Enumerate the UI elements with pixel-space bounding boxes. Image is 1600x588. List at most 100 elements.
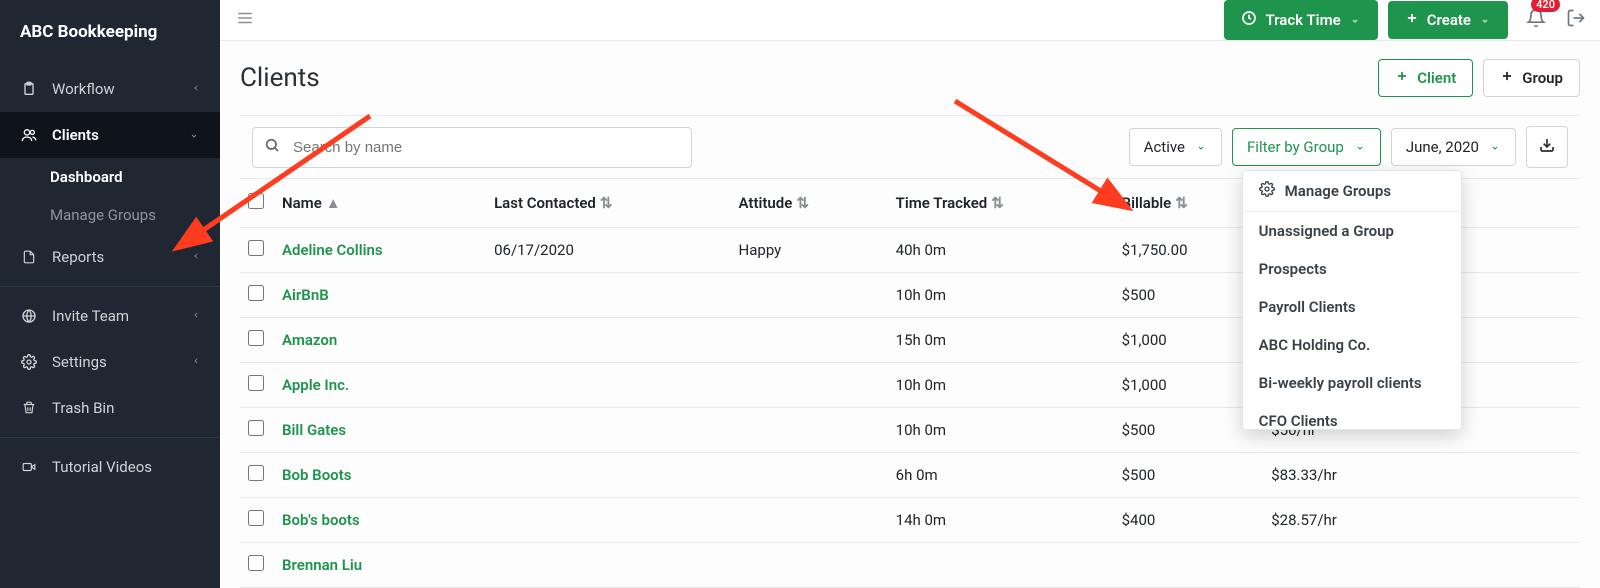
trash-icon: [20, 400, 38, 416]
divider: [0, 437, 220, 438]
notifications-button[interactable]: 420: [1526, 7, 1546, 33]
chevron-left-icon: [192, 248, 200, 266]
sidebar-item-invite-team[interactable]: Invite Team: [0, 293, 220, 339]
topbar: Track Time Create 420: [220, 0, 1600, 41]
row-checkbox[interactable]: [248, 465, 264, 481]
filter-row: Active Filter by Group June, 2020: [240, 115, 1580, 179]
button-label: Client: [1417, 69, 1456, 87]
logout-button[interactable]: [1566, 8, 1586, 32]
brand-title: ABC Bookkeeping: [0, 0, 220, 66]
search-icon: [264, 137, 280, 157]
sort-icon: ⇅: [600, 194, 613, 212]
client-link[interactable]: Apple Inc.: [282, 376, 349, 394]
sidebar-item-reports[interactable]: Reports: [0, 234, 220, 280]
cell-time-tracked: 40h 0m: [888, 228, 1114, 273]
cell-billable: $1,750.00: [1114, 228, 1264, 273]
cell-attitude: [731, 273, 888, 318]
cell-time-tracked: 15h 0m: [888, 318, 1114, 363]
button-label: Track Time: [1265, 11, 1340, 29]
download-button[interactable]: [1526, 126, 1568, 168]
track-time-button[interactable]: Track Time: [1224, 0, 1377, 40]
row-checkbox[interactable]: [248, 330, 264, 346]
sidebar-item-clients[interactable]: Clients: [0, 112, 220, 158]
cell-billable: $1,000: [1114, 363, 1264, 408]
cell-billable: $500: [1114, 408, 1264, 453]
cell-attitude: [731, 498, 888, 543]
clock-icon: [1241, 10, 1257, 30]
cell-time-tracked: 10h 0m: [888, 273, 1114, 318]
cell-rate: [1263, 543, 1580, 588]
cell-billable: $400: [1114, 498, 1264, 543]
chevron-left-icon: [192, 80, 200, 98]
client-link[interactable]: Bob's boots: [282, 511, 360, 529]
sort-icon: ⇅: [796, 194, 809, 212]
sidebar: ABC Bookkeeping Workflow Clients Dashboa…: [0, 0, 220, 588]
cell-billable: [1114, 543, 1264, 588]
dropdown-manage-groups[interactable]: Manage Groups: [1243, 171, 1461, 212]
column-billable[interactable]: Billable⇅: [1114, 179, 1264, 228]
sidebar-item-trash-bin[interactable]: Trash Bin: [0, 385, 220, 431]
row-checkbox[interactable]: [248, 420, 264, 436]
add-client-button[interactable]: Client: [1378, 59, 1473, 97]
column-name[interactable]: Name▲: [274, 179, 486, 228]
plus-icon: [1500, 69, 1514, 87]
download-icon: [1539, 137, 1555, 157]
hamburger-icon[interactable]: [234, 9, 256, 31]
create-button[interactable]: Create: [1388, 1, 1508, 39]
row-checkbox[interactable]: [248, 285, 264, 301]
client-link[interactable]: Bill Gates: [282, 421, 346, 439]
row-checkbox[interactable]: [248, 510, 264, 526]
users-icon: [20, 127, 38, 143]
group-dropdown: Manage Groups Unassigned a Group Prospec…: [1242, 170, 1462, 430]
client-link[interactable]: AirBnB: [282, 286, 329, 304]
column-last-contacted[interactable]: Last Contacted⇅: [486, 179, 730, 228]
dropdown-item[interactable]: Unassigned a Group: [1243, 212, 1461, 250]
cell-last-contacted: [486, 453, 730, 498]
main: Track Time Create 420 Clients: [220, 0, 1600, 588]
dropdown-item[interactable]: Payroll Clients: [1243, 288, 1461, 326]
dropdown-item[interactable]: ABC Holding Co.: [1243, 326, 1461, 364]
month-filter[interactable]: June, 2020: [1391, 128, 1516, 166]
filter-by-group-button[interactable]: Filter by Group: [1232, 128, 1381, 166]
sidebar-item-settings[interactable]: Settings: [0, 339, 220, 385]
row-checkbox[interactable]: [248, 555, 264, 571]
cell-attitude: Happy: [731, 228, 888, 273]
sidebar-subitem-dashboard[interactable]: Dashboard: [0, 158, 220, 196]
button-label: Group: [1522, 69, 1563, 87]
search-input[interactable]: [252, 127, 692, 168]
add-group-button[interactable]: Group: [1483, 59, 1580, 97]
sort-icon: ⇅: [1175, 194, 1188, 212]
select-all-checkbox[interactable]: [248, 193, 264, 209]
sidebar-item-label: Invite Team: [52, 307, 129, 325]
column-time-tracked[interactable]: Time Tracked⇅: [888, 179, 1114, 228]
cell-time-tracked: [888, 543, 1114, 588]
video-icon: [20, 460, 38, 474]
client-link[interactable]: Adeline Collins: [282, 241, 383, 259]
page: Clients Client Group: [220, 41, 1600, 588]
client-link[interactable]: Brennan Liu: [282, 556, 362, 574]
sidebar-subitem-manage-groups[interactable]: Manage Groups: [0, 196, 220, 234]
sidebar-item-label: Reports: [52, 248, 104, 266]
dropdown-item[interactable]: Prospects: [1243, 250, 1461, 288]
cell-attitude: [731, 363, 888, 408]
status-filter[interactable]: Active: [1129, 128, 1222, 166]
row-checkbox[interactable]: [248, 375, 264, 391]
sidebar-item-label: Workflow: [52, 80, 115, 98]
client-link[interactable]: Amazon: [282, 331, 337, 349]
notification-badge: 420: [1531, 0, 1560, 12]
sort-asc-icon: ▲: [326, 194, 341, 212]
sidebar-item-tutorial-videos[interactable]: Tutorial Videos: [0, 444, 220, 490]
dropdown-item[interactable]: Bi-weekly payroll clients: [1243, 364, 1461, 402]
gear-icon: [20, 354, 38, 370]
cell-attitude: [731, 408, 888, 453]
gear-icon: [1259, 181, 1275, 201]
cell-attitude: [731, 318, 888, 363]
cell-billable: $1,000: [1114, 318, 1264, 363]
cell-time-tracked: 10h 0m: [888, 408, 1114, 453]
row-checkbox[interactable]: [248, 240, 264, 256]
cell-last-contacted: [486, 408, 730, 453]
column-attitude[interactable]: Attitude⇅: [731, 179, 888, 228]
client-link[interactable]: Bob Boots: [282, 466, 351, 484]
dropdown-item[interactable]: CFO Clients: [1243, 402, 1461, 430]
sidebar-item-workflow[interactable]: Workflow: [0, 66, 220, 112]
